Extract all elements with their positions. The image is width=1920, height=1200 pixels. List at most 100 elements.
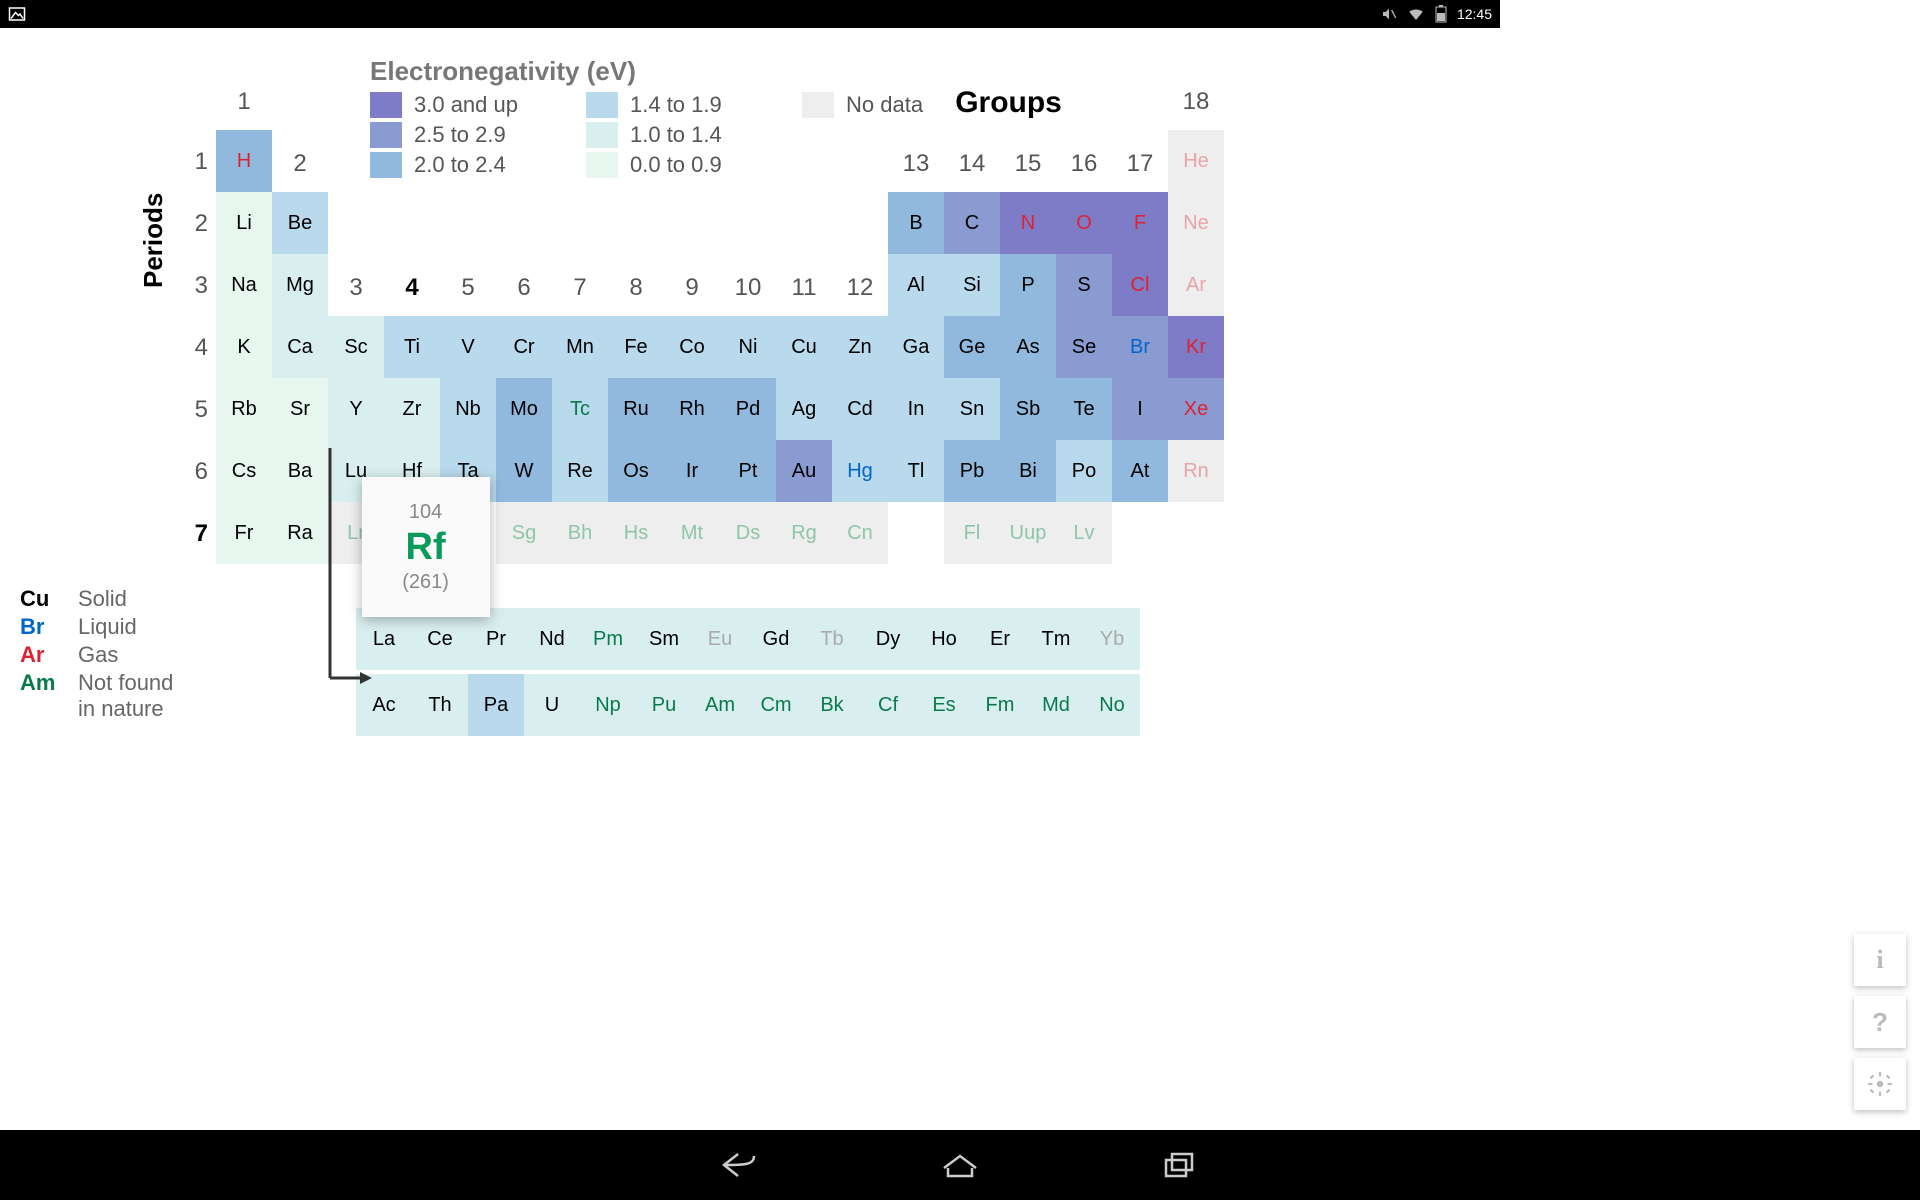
element-cell-Rh[interactable]: Rh — [664, 378, 720, 440]
element-cell-Es[interactable]: Es — [916, 674, 972, 736]
element-cell-Se[interactable]: Se — [1056, 316, 1112, 378]
element-cell-Tl[interactable]: Tl — [888, 440, 944, 502]
element-cell-Th[interactable]: Th — [412, 674, 468, 736]
element-cell-Rb[interactable]: Rb — [216, 378, 272, 440]
element-cell-Ds[interactable]: Ds — [720, 502, 776, 564]
element-cell-Al[interactable]: Al — [888, 254, 944, 316]
element-cell-Cr[interactable]: Cr — [496, 316, 552, 378]
element-cell-No[interactable]: No — [1084, 674, 1140, 736]
element-cell-Te[interactable]: Te — [1056, 378, 1112, 440]
element-cell-Er[interactable]: Er — [972, 608, 1028, 670]
element-cell-Ne[interactable]: Ne — [1168, 192, 1224, 254]
element-cell-I[interactable]: I — [1112, 378, 1168, 440]
element-cell-Rg[interactable]: Rg — [776, 502, 832, 564]
element-cell-Gd[interactable]: Gd — [748, 608, 804, 670]
element-cell-Sm[interactable]: Sm — [636, 608, 692, 670]
element-cell-Pd[interactable]: Pd — [720, 378, 776, 440]
element-cell-Fe[interactable]: Fe — [608, 316, 664, 378]
home-button[interactable] — [940, 1150, 980, 1180]
info-button[interactable]: i — [1854, 934, 1906, 986]
element-cell-Na[interactable]: Na — [216, 254, 272, 316]
element-cell-Sg[interactable]: Sg — [496, 502, 552, 564]
element-cell-Dy[interactable]: Dy — [860, 608, 916, 670]
element-cell-Si[interactable]: Si — [944, 254, 1000, 316]
element-cell-Ti[interactable]: Ti — [384, 316, 440, 378]
element-cell-Mo[interactable]: Mo — [496, 378, 552, 440]
element-cell-Ni[interactable]: Ni — [720, 316, 776, 378]
element-cell-Ho[interactable]: Ho — [916, 608, 972, 670]
element-cell-Am[interactable]: Am — [692, 674, 748, 736]
element-cell-Pm[interactable]: Pm — [580, 608, 636, 670]
element-cell-Rn[interactable]: Rn — [1168, 440, 1224, 502]
element-cell-He[interactable]: He — [1168, 130, 1224, 192]
element-cell-Uup[interactable]: Uup — [1000, 502, 1056, 564]
element-cell-Mt[interactable]: Mt — [664, 502, 720, 564]
element-cell-Np[interactable]: Np — [580, 674, 636, 736]
element-cell-Os[interactable]: Os — [608, 440, 664, 502]
element-cell-Nd[interactable]: Nd — [524, 608, 580, 670]
element-cell-Eu[interactable]: Eu — [692, 608, 748, 670]
element-cell-B[interactable]: B — [888, 192, 944, 254]
element-cell-Ru[interactable]: Ru — [608, 378, 664, 440]
element-cell-Tc[interactable]: Tc — [552, 378, 608, 440]
element-cell-W[interactable]: W — [496, 440, 552, 502]
back-button[interactable] — [720, 1150, 760, 1180]
element-cell-Xe[interactable]: Xe — [1168, 378, 1224, 440]
element-detail-popup[interactable]: 104 Rf (261) — [362, 477, 490, 617]
element-cell-Ar[interactable]: Ar — [1168, 254, 1224, 316]
element-cell-F[interactable]: F — [1112, 192, 1168, 254]
element-cell-Cd[interactable]: Cd — [832, 378, 888, 440]
element-cell-Tb[interactable]: Tb — [804, 608, 860, 670]
element-cell-Pu[interactable]: Pu — [636, 674, 692, 736]
settings-button[interactable] — [1854, 1058, 1906, 1110]
element-cell-Be[interactable]: Be — [272, 192, 328, 254]
element-cell-Kr[interactable]: Kr — [1168, 316, 1224, 378]
element-cell-Pr[interactable]: Pr — [468, 608, 524, 670]
element-cell-Cs[interactable]: Cs — [216, 440, 272, 502]
element-cell-Md[interactable]: Md — [1028, 674, 1084, 736]
element-cell-Mn[interactable]: Mn — [552, 316, 608, 378]
element-cell-Cl[interactable]: Cl — [1112, 254, 1168, 316]
element-cell-Hg[interactable]: Hg — [832, 440, 888, 502]
element-cell-Cn[interactable]: Cn — [832, 502, 888, 564]
element-cell-Nb[interactable]: Nb — [440, 378, 496, 440]
element-cell-Sr[interactable]: Sr — [272, 378, 328, 440]
element-cell-Re[interactable]: Re — [552, 440, 608, 502]
element-cell-Tm[interactable]: Tm — [1028, 608, 1084, 670]
element-cell-Sc[interactable]: Sc — [328, 316, 384, 378]
element-cell-As[interactable]: As — [1000, 316, 1056, 378]
element-cell-Hs[interactable]: Hs — [608, 502, 664, 564]
element-cell-Pt[interactable]: Pt — [720, 440, 776, 502]
element-cell-Po[interactable]: Po — [1056, 440, 1112, 502]
element-cell-Sn[interactable]: Sn — [944, 378, 1000, 440]
element-cell-Sb[interactable]: Sb — [1000, 378, 1056, 440]
element-cell-Mg[interactable]: Mg — [272, 254, 328, 316]
element-cell-Li[interactable]: Li — [216, 192, 272, 254]
element-cell-Cu[interactable]: Cu — [776, 316, 832, 378]
element-cell-Bi[interactable]: Bi — [1000, 440, 1056, 502]
element-cell-Au[interactable]: Au — [776, 440, 832, 502]
element-cell-Fl[interactable]: Fl — [944, 502, 1000, 564]
element-cell-C[interactable]: C — [944, 192, 1000, 254]
element-cell-Pb[interactable]: Pb — [944, 440, 1000, 502]
element-cell-Ce[interactable]: Ce — [412, 608, 468, 670]
element-cell-In[interactable]: In — [888, 378, 944, 440]
element-cell-Zn[interactable]: Zn — [832, 316, 888, 378]
element-cell-Cf[interactable]: Cf — [860, 674, 916, 736]
element-cell-Fm[interactable]: Fm — [972, 674, 1028, 736]
element-cell-K[interactable]: K — [216, 316, 272, 378]
element-cell-P[interactable]: P — [1000, 254, 1056, 316]
element-cell-At[interactable]: At — [1112, 440, 1168, 502]
element-cell-H[interactable]: H — [216, 130, 272, 192]
element-cell-Pa[interactable]: Pa — [468, 674, 524, 736]
element-cell-N[interactable]: N — [1000, 192, 1056, 254]
element-cell-Fr[interactable]: Fr — [216, 502, 272, 564]
element-cell-Ge[interactable]: Ge — [944, 316, 1000, 378]
element-cell-Ir[interactable]: Ir — [664, 440, 720, 502]
element-cell-Br[interactable]: Br — [1112, 316, 1168, 378]
element-cell-Yb[interactable]: Yb — [1084, 608, 1140, 670]
element-cell-Y[interactable]: Y — [328, 378, 384, 440]
element-cell-O[interactable]: O — [1056, 192, 1112, 254]
element-cell-Ca[interactable]: Ca — [272, 316, 328, 378]
element-cell-Zr[interactable]: Zr — [384, 378, 440, 440]
